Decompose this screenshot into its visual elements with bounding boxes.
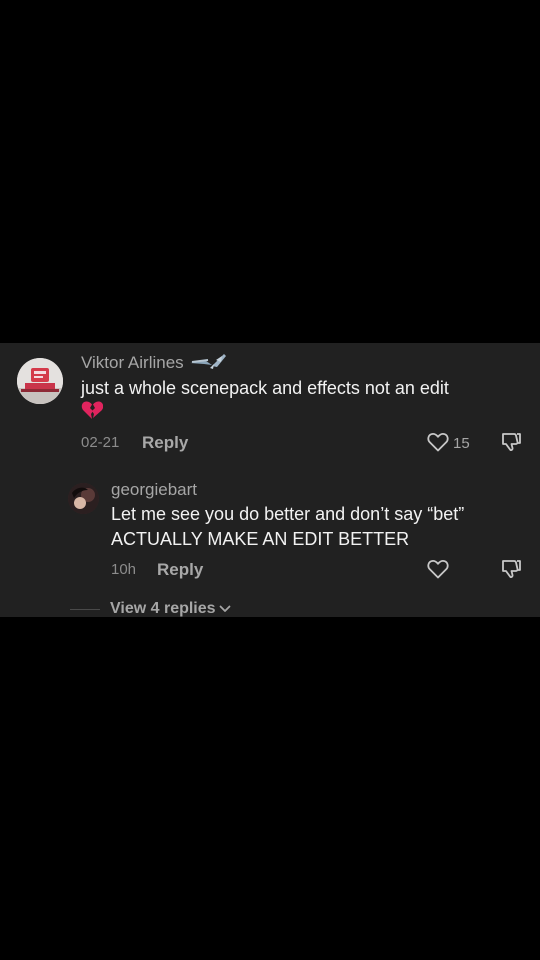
reply-avatar[interactable] (68, 483, 99, 514)
reply-button[interactable]: Reply (157, 560, 203, 580)
reply-text-line: Let me see you do better and don’t say “… (111, 504, 465, 524)
comment-date: 02-21 (81, 434, 120, 451)
view-replies-label: View 4 replies (110, 600, 216, 617)
airplane-emoji-icon (188, 352, 228, 375)
broken-heart-emoji-icon (81, 400, 104, 425)
reply-date: 10h (111, 561, 137, 578)
avatar-image (17, 358, 63, 404)
reply-text-line: ACTUALLY MAKE AN EDIT BETTER (111, 529, 410, 549)
reply-avatar-image (68, 483, 99, 514)
chevron-down-icon (219, 600, 231, 617)
like-count: 15 (453, 435, 470, 452)
screen: Viktor Airlines just a whole scenepack a… (0, 0, 540, 960)
heart-outline-icon[interactable] (427, 432, 449, 457)
comments-panel: Viktor Airlines just a whole scenepack a… (0, 343, 540, 617)
avatar[interactable] (17, 358, 63, 404)
comment-username[interactable]: Viktor Airlines (81, 352, 228, 375)
reply-button[interactable]: Reply (142, 433, 188, 453)
comment-text: just a whole scenepack and effects not a… (81, 376, 521, 401)
heart-outline-icon[interactable] (427, 559, 449, 584)
view-replies-button[interactable]: View 4 replies (110, 600, 231, 617)
reply-username[interactable]: georgiebart (111, 480, 197, 500)
reply-text: Let me see you do better and don’t say “… (111, 502, 531, 552)
thumbs-down-icon[interactable] (500, 431, 522, 458)
thumbs-down-icon[interactable] (500, 558, 522, 585)
comment-text-line: just a whole scenepack and effects not a… (81, 378, 449, 398)
comment-username-text: Viktor Airlines (81, 352, 184, 372)
replies-divider (70, 609, 100, 610)
